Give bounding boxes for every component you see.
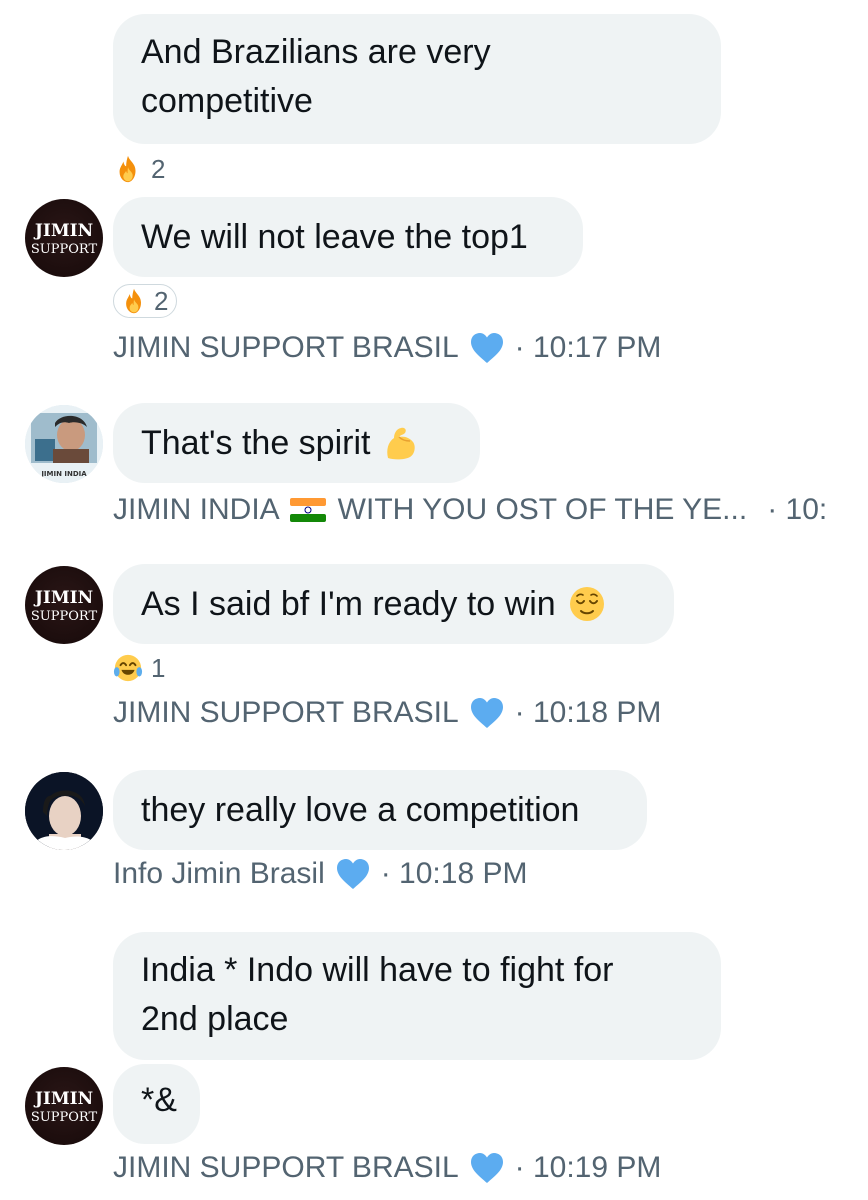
message-bubble: India * Indo will have to fight for 2nd … (113, 932, 721, 1060)
svg-text:SUPPORT: SUPPORT (31, 1110, 98, 1125)
message-bubble: *& (113, 1064, 200, 1144)
sender-name[interactable]: Info Jimin Brasil (113, 857, 325, 891)
svg-text:SUPPORT: SUPPORT (31, 242, 98, 257)
message-text-line: 2nd place (141, 1000, 289, 1038)
flexed-biceps-emoji-icon (387, 427, 416, 460)
message-meta: JIMIN INDIA WITH YOU OST OF THE YE... · … (113, 490, 827, 530)
svg-text:JIMIN: JIMIN (33, 221, 93, 241)
message-text: We will not leave the top1 (141, 217, 528, 256)
india-flag-icon (289, 498, 326, 522)
timestamp[interactable]: · 10: (767, 493, 827, 527)
blue-heart-icon (336, 859, 369, 889)
svg-text:JIMIN: JIMIN (33, 1089, 93, 1109)
sender-name[interactable]: JIMIN INDIA (113, 493, 280, 527)
avatar[interactable]: JIMIN INDIA (25, 405, 103, 483)
avatar[interactable]: JIMIN SUPPORT (25, 566, 103, 644)
fire-emoji-icon (126, 288, 141, 314)
message-bubble: We will not leave the top1 (113, 197, 583, 277)
reaction-count: 2 (151, 153, 166, 184)
message-text: That's the spirit (141, 423, 371, 462)
timestamp[interactable]: · 10:18 PM (515, 696, 662, 730)
svg-text:SUPPORT: SUPPORT (31, 609, 98, 624)
info-jimin-avatar-image (25, 772, 103, 850)
timestamp[interactable]: · 10:18 PM (381, 857, 528, 891)
sender-name-suffix[interactable]: WITH YOU OST OF THE YE... (338, 493, 748, 527)
jimin-support-logo: JIMIN SUPPORT (31, 588, 98, 624)
sender-name[interactable]: JIMIN SUPPORT BRASIL (113, 331, 459, 365)
sender-name[interactable]: JIMIN SUPPORT BRASIL (113, 696, 459, 730)
jimin-support-logo: JIMIN SUPPORT (31, 1089, 98, 1125)
message-bubble: As I said bf I'm ready to win (113, 564, 674, 644)
avatar[interactable]: JIMIN SUPPORT (25, 199, 103, 277)
jimin-india-avatar-image: JIMIN INDIA (25, 405, 103, 483)
reaction-badge[interactable]: 2 (113, 284, 178, 318)
svg-text:JIMIN INDIA: JIMIN INDIA (40, 470, 87, 478)
reaction-count: 2 (154, 285, 169, 316)
message-text: As I said bf I'm ready to win (141, 584, 556, 623)
message-meta: JIMIN SUPPORT BRASIL · 10:19 PM (113, 1148, 661, 1188)
message-bubble: they really love a competition (113, 770, 647, 850)
message-meta: Info Jimin Brasil · 10:18 PM (113, 854, 527, 894)
blue-heart-icon (470, 1153, 503, 1183)
jimin-support-logo: JIMIN SUPPORT (31, 221, 98, 257)
message-bubble: That's the spirit (113, 403, 480, 483)
message-text: they really love a competition (141, 790, 580, 829)
svg-text:JIMIN: JIMIN (33, 588, 93, 608)
message-bubble: And Brazilians are very competitive (113, 14, 721, 144)
message-meta: JIMIN SUPPORT BRASIL · 10:18 PM (113, 693, 661, 733)
message-meta: JIMIN SUPPORT BRASIL · 10:17 PM (113, 328, 661, 368)
reaction-badge[interactable]: 1 (113, 651, 165, 685)
reaction-count: 1 (151, 652, 166, 683)
blue-heart-icon (470, 698, 503, 728)
fire-emoji-icon (119, 155, 136, 183)
reaction-badge[interactable]: 2 (113, 152, 165, 186)
avatar[interactable]: JIMIN SUPPORT (25, 1067, 103, 1145)
message-text-line: And Brazilians are very (141, 33, 491, 71)
relieved-face-emoji-icon (569, 587, 604, 621)
timestamp[interactable]: · 10:19 PM (515, 1151, 662, 1185)
avatar[interactable] (25, 772, 103, 850)
message-text-line: India * Indo will have to fight for (141, 951, 614, 989)
blue-heart-icon (470, 333, 503, 363)
timestamp[interactable]: · 10:17 PM (515, 331, 662, 365)
message-text-line: competitive (141, 82, 313, 120)
sender-name[interactable]: JIMIN SUPPORT BRASIL (113, 1151, 459, 1185)
tears-of-joy-emoji-icon (113, 654, 143, 682)
message-text: *& (141, 1081, 177, 1119)
